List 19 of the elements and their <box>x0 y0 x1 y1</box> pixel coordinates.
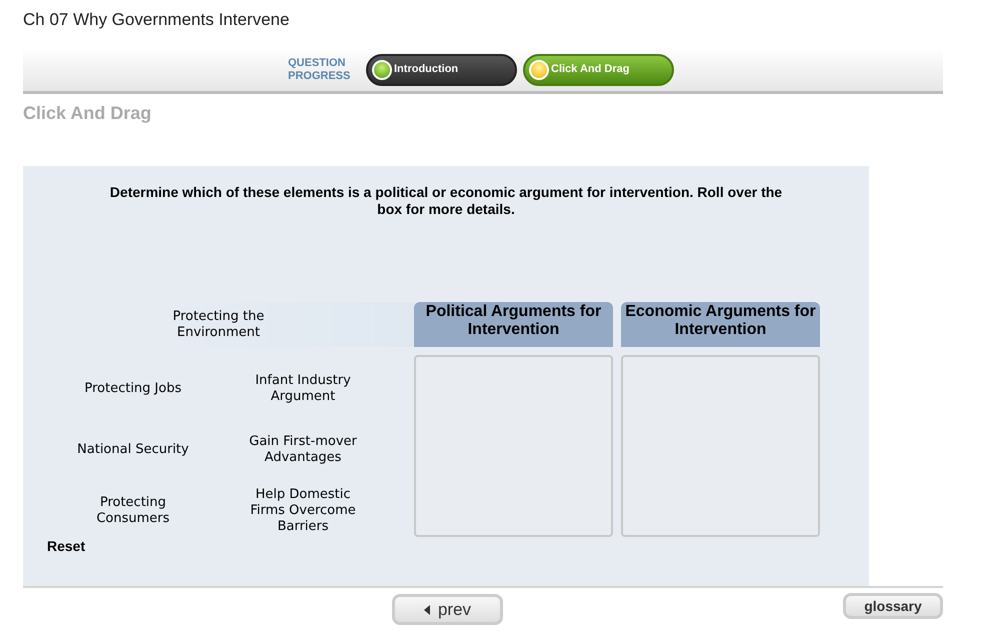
draggable-item[interactable]: Protecting Consumers <box>63 494 203 526</box>
drop-zone[interactable] <box>621 355 820 537</box>
progress-step[interactable]: Introduction <box>366 54 517 86</box>
instructions: Determine which of these elements is a political or economic argument for intervention. Roll over the box for more details. <box>108 183 784 218</box>
column-header: Political Arguments for Intervention <box>414 302 613 347</box>
progress-label: QUESTION PROGRESS <box>288 56 352 82</box>
draggable-item[interactable]: Protecting Jobs <box>84 380 182 396</box>
section-title: Click And Drag <box>23 102 152 125</box>
reset-button[interactable]: Reset <box>47 536 86 557</box>
glossary-button[interactable]: glossary <box>843 593 943 619</box>
draggable-item[interactable]: Help Domestic Firms Overcome Barriers <box>243 486 363 534</box>
prev-button[interactable]: prev <box>392 594 503 625</box>
column-header: Economic Arguments for Intervention <box>621 302 820 347</box>
caret-left-icon <box>424 604 430 614</box>
draggable-item[interactable]: Gain First-mover Advantages <box>243 434 363 466</box>
draggable-item[interactable]: National Security <box>77 442 189 458</box>
drop-zone[interactable] <box>414 355 613 537</box>
page-title: Ch 07 Why Governments Intervene <box>23 9 290 31</box>
draggable-item[interactable]: Infant Industry Argument <box>243 372 363 404</box>
